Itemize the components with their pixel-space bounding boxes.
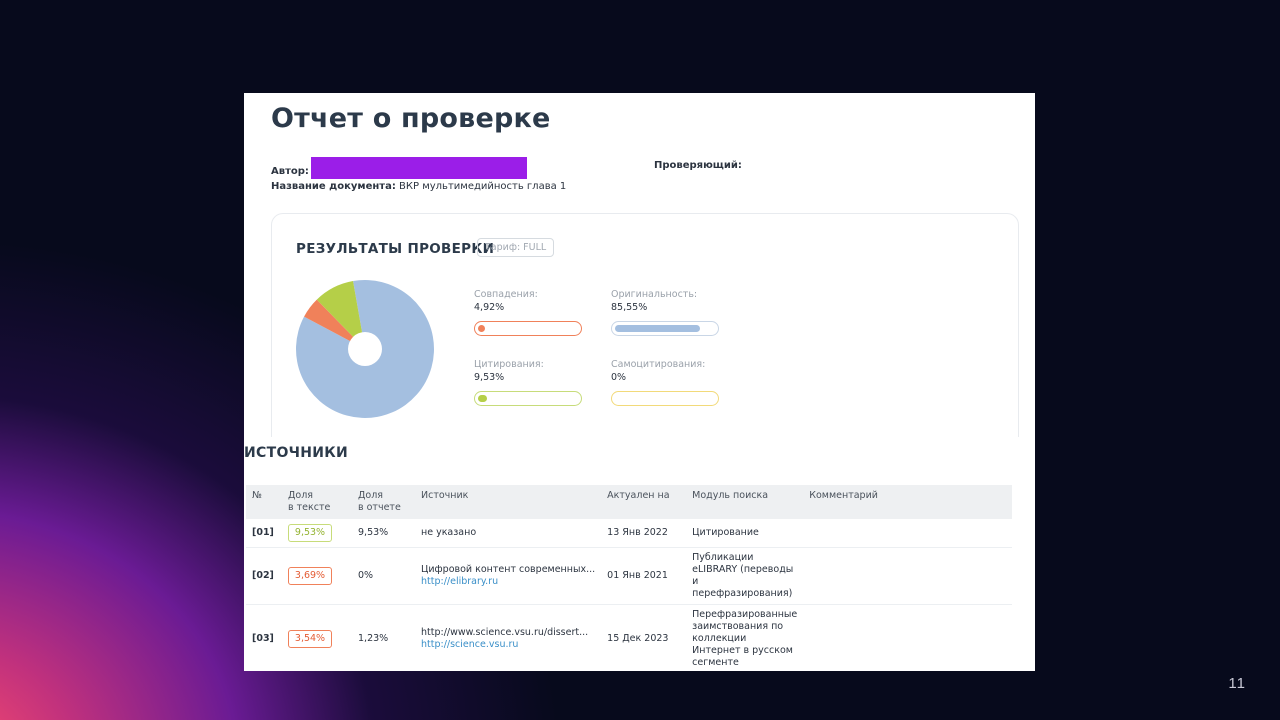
row-share-text: 3,69% [282,547,352,605]
originality-value: 85,55% [611,302,648,313]
sources-table-header: № Доля в тексте Доля в отчете Источник Акт… [246,485,1012,519]
row-comment [803,547,1012,605]
row-date: 13 Янв 2022 [601,519,687,548]
originality-bar-fill [615,325,700,332]
source-name: не указано [421,526,477,538]
row-module: Перефразированные заимствования по колле… [686,604,804,671]
row-num-text: [02] [252,569,274,581]
col-share-text-line1: Доля [288,490,314,501]
document-name-label: Название документа: [271,181,396,192]
document-name-value: ВКР мультимедийность глава 1 [399,181,567,192]
share-text-badge: 3,69% [288,566,332,585]
citations-bar-fill [478,395,488,402]
citations-bar [474,391,582,406]
document-name-line: Название документа: ВКР мультимедийность… [271,181,566,192]
col-actual[interactable]: Актуален на [601,485,687,519]
source-link[interactable]: http://science.vsu.ru [421,639,595,651]
table-row[interactable]: [02] 3,69% 0% Цифровой контент современных.… [246,547,1012,605]
originality-label: Оригинальность: [611,289,698,300]
source-link[interactable]: http://elibrary.ru [421,576,595,588]
col-share-report-line2: в отчете [358,502,401,513]
row-share-report: 1,23% [352,604,415,671]
source-name: Цифровой контент современных... [421,563,596,575]
row-date: 01 Янв 2021 [601,547,687,605]
results-pie-chart [296,280,434,418]
self-citations-label: Самоцитирования: [611,359,706,370]
matches-value: 4,92% [474,302,505,313]
reviewer-line: Проверяющий: [654,160,742,171]
col-share-text-line2: в тексте [288,502,331,513]
matches-label: Совпадения: [474,289,538,300]
sources-table: № Доля в тексте Доля в отчете Источник Акт… [246,485,1012,671]
page-title: Отчет о проверке [271,103,551,134]
self-citations-metric: Самоцитирования: 0% [611,359,705,383]
slide-number: 11 [1228,675,1246,692]
row-num-text: [03] [252,632,274,644]
row-num: [01] [246,519,282,548]
tariff-badge: Тариф: FULL [477,238,555,257]
source-name: http://www.science.vsu.ru/dissert... [421,626,589,638]
pie-center-hole [348,332,382,366]
row-comment [803,519,1012,548]
col-source[interactable]: Источник [415,485,602,519]
row-module: Цитирование [686,519,804,548]
self-citations-value: 0% [611,372,627,383]
report-screenshot: Отчет о проверке Автор: Проверяющий: Наз… [244,93,1035,671]
row-comment [803,604,1012,671]
citations-value: 9,53% [474,372,505,383]
self-citations-bar [611,391,719,406]
col-num[interactable]: № [246,485,282,519]
matches-metric: Совпадения: 4,92% [474,289,538,313]
originality-bar [611,321,719,336]
author-redaction [310,157,527,179]
citations-metric: Цитирования: 9,53% [474,359,544,383]
sources-title: ИСТОЧНИКИ [244,445,353,461]
col-share-report[interactable]: Доля в отчете [352,485,415,519]
citations-label: Цитирования: [474,359,544,370]
col-share-report-line1: Доля [358,490,384,501]
row-source: Цифровой контент современных... http://el… [415,547,602,605]
row-share-text: 9,53% [282,519,352,548]
table-row[interactable]: [01] 9,53% 9,53% не указано 13 Янв 2022 Цитир… [246,519,1012,548]
row-share-text: 3,54% [282,604,352,671]
matches-bar [474,321,582,336]
author-line: Автор: [271,157,527,182]
share-text-badge: 3,54% [288,629,332,648]
originality-metric: Оригинальность: 85,55% [611,289,697,313]
row-source: http://www.science.vsu.ru/dissert... http… [415,604,602,671]
row-source: не указано [415,519,602,548]
row-num: [02] [246,547,282,605]
row-share-report: 9,53% [352,519,415,548]
share-text-badge: 9,53% [288,523,332,542]
row-num-text: [01] [252,526,274,538]
table-row[interactable]: [03] 3,54% 1,23% http://www.science.vsu.ru/… [246,604,1012,671]
reviewer-label: Проверяющий: [654,160,742,171]
row-share-report: 0% [352,547,415,605]
row-module: Публикации eLIBRARY (переводы и перефраз… [686,547,804,605]
row-num: [03] [246,604,282,671]
col-module[interactable]: Модуль поиска [686,485,804,519]
author-label: Автор: [271,166,309,177]
col-share-text[interactable]: Доля в тексте [282,485,352,519]
matches-bar-fill [478,325,485,332]
col-comment[interactable]: Комментарий [803,485,1012,519]
results-title: РЕЗУЛЬТАТЫ ПРОВЕРКИ [296,241,495,257]
row-date: 15 Дек 2023 [601,604,687,671]
